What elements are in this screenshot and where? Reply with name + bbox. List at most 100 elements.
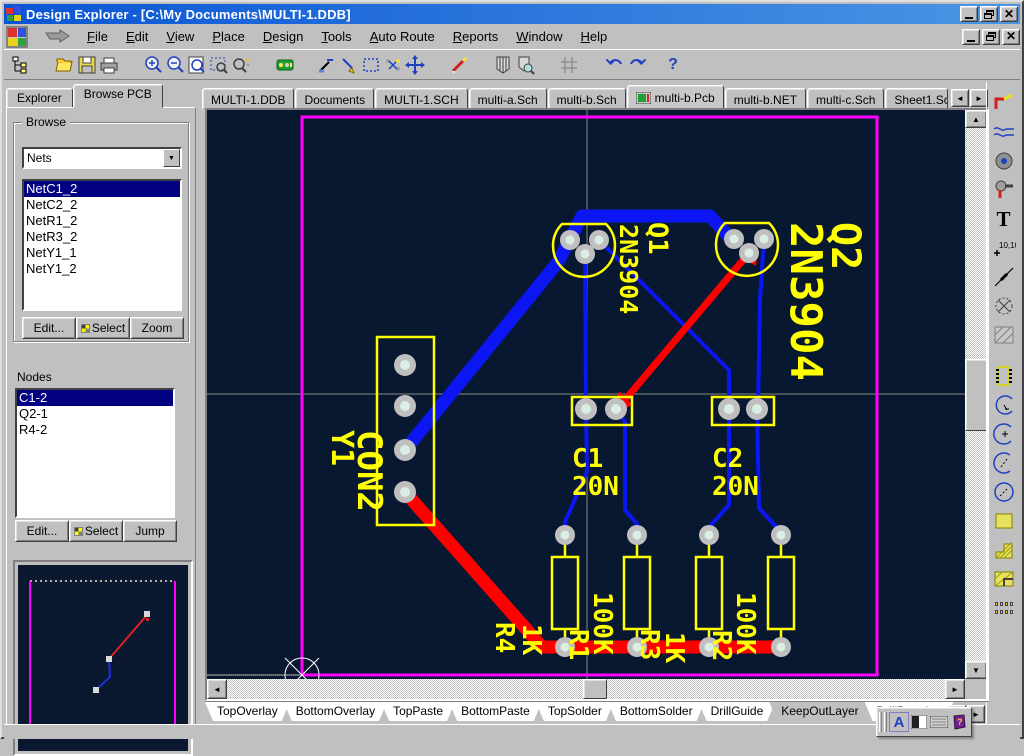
doc-tabs-scroll-left[interactable]: ◄ <box>951 89 969 107</box>
browse-type-select[interactable]: Nets ▼ <box>22 147 182 169</box>
title-bar[interactable]: Design Explorer - [C:\My Documents\MULTI… <box>4 4 1020 24</box>
nodes-list[interactable]: C1-2 Q2-1 R4-2 <box>15 388 175 518</box>
net-select-button[interactable]: Select <box>76 317 130 339</box>
polygon-plane-icon[interactable] <box>991 537 1017 563</box>
vertical-scrollbar[interactable]: ▲ ▼ <box>965 110 987 679</box>
menu-view[interactable]: View <box>157 26 203 47</box>
move-icon[interactable] <box>404 54 426 76</box>
menu-help[interactable]: Help <box>572 26 617 47</box>
doc-tab-active[interactable]: multi-b.Pcb <box>627 85 724 109</box>
toolbar-grip[interactable] <box>879 712 882 732</box>
layer-tab[interactable]: DrillGuide <box>699 702 776 722</box>
net-list-item[interactable]: NetY1_1 <box>24 245 180 261</box>
doc-tab[interactable]: MULTI-1.DDB <box>202 88 294 109</box>
restore-button[interactable] <box>980 6 998 22</box>
full-circle-icon[interactable] <box>991 479 1017 505</box>
redo-icon[interactable] <box>626 54 648 76</box>
net-list-item[interactable]: NetR3_2 <box>24 229 180 245</box>
text-style-icon[interactable]: A <box>889 712 909 732</box>
undo-icon[interactable] <box>604 54 626 76</box>
nets-list[interactable]: NetC1_2 NetC2_2 NetR1_2 NetR3_2 NetY1_1 … <box>22 179 182 311</box>
show-connections-icon[interactable] <box>382 54 404 76</box>
panel-toggle-icon[interactable] <box>909 712 929 732</box>
layer-tab[interactable]: TopPaste <box>381 702 455 722</box>
library-icon[interactable] <box>492 54 514 76</box>
node-list-item[interactable]: R4-2 <box>17 422 173 438</box>
menu-auto-route[interactable]: Auto Route <box>361 26 444 47</box>
child-restore-button[interactable] <box>982 29 1000 45</box>
place-via-icon[interactable] <box>991 177 1017 203</box>
help-book-icon[interactable]: ? <box>949 712 969 732</box>
net-list-item[interactable]: NetC1_2 <box>24 181 180 197</box>
child-close-button[interactable]: ✕ <box>1002 29 1020 45</box>
layer-tab[interactable]: TopOverlay <box>205 702 290 722</box>
place-array-icon[interactable] <box>991 595 1017 621</box>
place-track-icon[interactable] <box>991 90 1017 116</box>
library-search-icon[interactable] <box>514 54 536 76</box>
layer-tab[interactable]: BottomSolder <box>608 702 705 722</box>
doc-tab[interactable]: multi-c.Sch <box>807 88 884 109</box>
net-zoom-button[interactable]: Zoom <box>130 317 184 339</box>
menu-tools[interactable]: Tools <box>312 26 360 47</box>
place-hatched-fill-icon[interactable] <box>991 322 1017 348</box>
doc-tab[interactable]: Documents <box>295 88 374 109</box>
doc-tab[interactable]: MULTI-1.SCH <box>375 88 467 109</box>
net-edit-button[interactable]: Edit... <box>22 317 76 339</box>
vertical-scroll-thumb[interactable] <box>965 359 987 431</box>
tab-browse-pcb[interactable]: Browse PCB <box>73 84 163 108</box>
node-jump-button[interactable]: Jump <box>123 520 177 542</box>
menu-reports[interactable]: Reports <box>444 26 508 47</box>
layer-tab-active[interactable]: KeepOutLayer <box>769 702 870 722</box>
node-list-item[interactable]: Q2-1 <box>17 406 173 422</box>
close-button[interactable]: ✕ <box>1000 6 1018 22</box>
zoom-document-icon[interactable] <box>186 54 208 76</box>
open-icon[interactable] <box>54 54 76 76</box>
place-dimension-icon[interactable] <box>991 264 1017 290</box>
scroll-right-button[interactable]: ► <box>945 679 965 699</box>
layer-tab[interactable]: TopSolder <box>536 702 614 722</box>
menu-design[interactable]: Design <box>254 26 312 47</box>
arc-center-icon[interactable] <box>991 421 1017 447</box>
browse-board-icon[interactable] <box>274 54 296 76</box>
place-serpentine-icon[interactable] <box>991 119 1017 145</box>
interactive-route-icon[interactable] <box>448 54 470 76</box>
split-plane-icon[interactable] <box>991 566 1017 592</box>
menu-edit[interactable]: Edit <box>117 26 157 47</box>
place-string-icon[interactable]: T <box>991 206 1017 232</box>
select-area-icon[interactable] <box>360 54 382 76</box>
dropdown-arrow-icon[interactable]: ▼ <box>163 149 180 167</box>
design-manager-icon[interactable] <box>10 54 32 76</box>
wire-icon[interactable] <box>338 54 360 76</box>
menu-window[interactable]: Window <box>507 26 571 47</box>
node-select-button[interactable]: Select <box>69 520 123 542</box>
scroll-down-button[interactable]: ▼ <box>965 661 987 679</box>
zoom-point-icon[interactable] <box>230 54 252 76</box>
place-pad-icon[interactable] <box>991 148 1017 174</box>
net-list-item[interactable]: NetY1_2 <box>24 261 180 277</box>
place-coordinate-icon[interactable]: 10,10 <box>991 235 1017 261</box>
zoom-out-icon[interactable] <box>164 54 186 76</box>
menu-place[interactable]: Place <box>203 26 254 47</box>
cross-probe-icon[interactable] <box>316 54 338 76</box>
layer-tab[interactable]: BottomPaste <box>449 702 542 722</box>
floating-mini-toolbar[interactable]: A ? <box>876 707 972 737</box>
help-icon[interactable]: ? <box>662 54 684 76</box>
print-icon[interactable] <box>98 54 120 76</box>
place-fill-icon[interactable] <box>991 508 1017 534</box>
zoom-area-icon[interactable] <box>208 54 230 76</box>
shortcut-keys-icon[interactable] <box>929 712 949 732</box>
horizontal-scrollbar[interactable]: ◄ ► <box>207 679 965 699</box>
doc-tab[interactable]: Sheet1.Sch <box>885 88 948 109</box>
scroll-up-button[interactable]: ▲ <box>965 110 987 128</box>
node-list-item[interactable]: C1-2 <box>17 390 173 406</box>
child-minimize-button[interactable] <box>962 29 980 45</box>
doc-tab[interactable]: multi-b.NET <box>725 88 806 109</box>
place-component-icon[interactable] <box>991 363 1017 389</box>
toolbar-grip[interactable] <box>884 712 887 732</box>
minimize-button[interactable] <box>960 6 978 22</box>
node-edit-button[interactable]: Edit... <box>15 520 69 542</box>
save-icon[interactable] <box>76 54 98 76</box>
menu-file[interactable]: File <box>78 26 117 47</box>
layer-tab[interactable]: BottomOverlay <box>284 702 387 722</box>
arc-edge-icon[interactable] <box>991 392 1017 418</box>
